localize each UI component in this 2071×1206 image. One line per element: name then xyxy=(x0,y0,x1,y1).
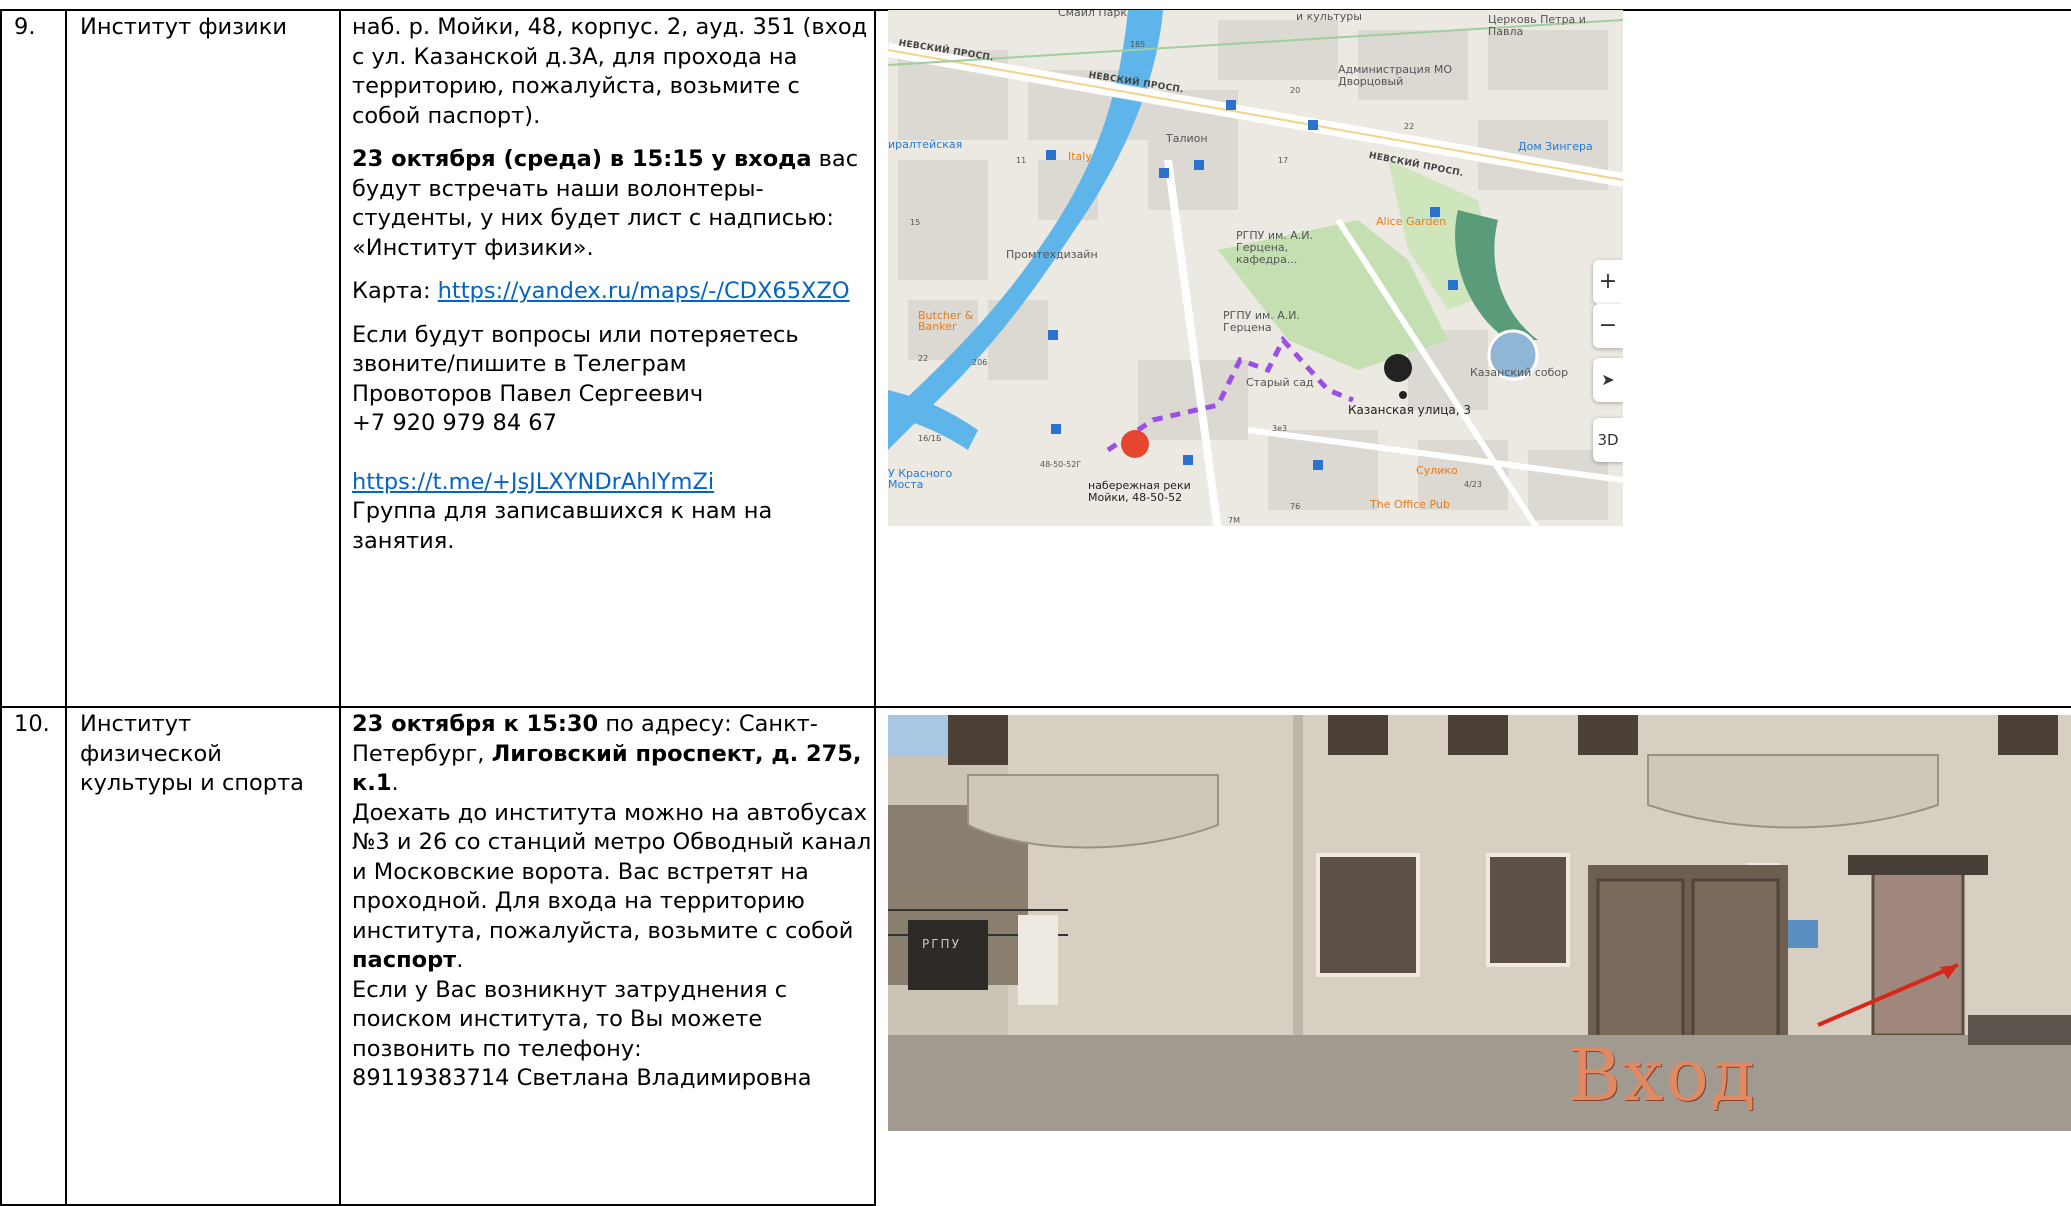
row-9-map-label: Карта: xyxy=(352,278,438,304)
map-house-15: 15 xyxy=(910,218,921,227)
map-house-17: 17 xyxy=(1278,156,1289,165)
row-10-phone-contact: 89119383714 Светлана Владимировна xyxy=(352,1065,812,1091)
map-house-185: 185 xyxy=(1130,40,1146,49)
map-house-206: 206 xyxy=(972,358,988,367)
row-10-address-end: . xyxy=(391,770,399,796)
row-10-date-address: 23 октября к 15:30 по адресу: Санкт-Пете… xyxy=(352,710,872,799)
row-9-meeting: 23 октября (среда) в 15:15 у входа вас б… xyxy=(352,145,872,263)
photo-graphic xyxy=(888,715,2071,1131)
map-label-old-garden: Старый сад xyxy=(1246,376,1314,389)
row-9-map-link[interactable]: https://yandex.ru/maps/-/CDX65XZO xyxy=(438,278,850,304)
map-label-italy: Italy xyxy=(1068,150,1092,163)
map-house-4850: 48-50-52Г xyxy=(1040,460,1082,469)
building-entrance-photo: РГПУ Вход xyxy=(888,715,2071,1131)
map-label-kazan-cathedral: Казанский собор xyxy=(1470,366,1569,379)
row-divider xyxy=(0,706,2071,708)
row-9-institute: Институт физики xyxy=(80,14,287,40)
row-9-contact-phone: +7 920 979 84 67 xyxy=(352,410,557,436)
row-9-address: наб. р. Мойки, 48, корпус. 2, ауд. 351 (… xyxy=(352,14,868,129)
map-label-promtech: Промтехдизайн xyxy=(1006,248,1098,261)
map-house-11: 11 xyxy=(1016,156,1027,165)
yandex-map-image: НЕВСКИЙ ПРОСП. НЕВСКИЙ ПРОСП. НЕВСКИЙ ПР… xyxy=(888,10,1623,526)
column-divider-1 xyxy=(65,9,67,1206)
row-9-contact-name: Провоторов Павел Сергеевич xyxy=(352,380,704,407)
map-label-admin: Администрация МО Дворцовый xyxy=(1338,63,1452,88)
map-label-admiralty: иралтейская xyxy=(888,138,963,151)
table-left-border xyxy=(0,9,2,1206)
map-house-20: 20 xyxy=(1290,86,1301,95)
row-10-details: 23 октября к 15:30 по адресу: Санкт-Пете… xyxy=(352,710,872,1094)
map-zoom-out-button: − xyxy=(1593,304,1623,348)
row-10-institute: Институт физической культуры и спорта xyxy=(80,711,304,796)
map-house-16: 16/1Б xyxy=(918,434,942,443)
row-9-details: наб. р. Мойки, 48, корпус. 2, ауд. 351 (… xyxy=(352,13,872,556)
map-graphic xyxy=(888,10,1623,526)
map-house-3e3: 3е3 xyxy=(1272,424,1288,433)
row-9-meeting-time: 23 октября (среда) в 15:15 у входа xyxy=(352,146,812,172)
map-label-red-bridge: У Красного Моста xyxy=(888,467,953,491)
column-divider-2 xyxy=(339,9,341,1206)
row-10-bottom-border xyxy=(0,1204,876,1206)
row-9-number: 9. xyxy=(14,14,36,40)
map-label-park: Смайл Парк xyxy=(1058,10,1128,19)
row-10-help: Если у Вас возникнут затруднения с поиск… xyxy=(352,976,788,1062)
column-divider-3 xyxy=(874,9,876,1206)
map-label-moika: набережная реки Мойки, 48-50-52 xyxy=(1088,479,1191,504)
map-house-76: 76 xyxy=(1290,502,1301,511)
map-label-singer: Дом Зингера xyxy=(1518,140,1593,153)
entrance-sign-text: Вход xyxy=(1568,1033,1758,1117)
map-3d-button: 3D xyxy=(1593,418,1623,462)
map-locate-icon: ➤ xyxy=(1593,358,1623,402)
row-10-date: 23 октября к 15:30 xyxy=(352,711,599,737)
map-zoom-in-button: + xyxy=(1593,260,1623,304)
row-10-transport-text: Доехать до института можно на автобусах … xyxy=(352,799,872,944)
map-label-kazan-street: Казанская улица, 3 xyxy=(1348,403,1472,417)
row-10-passport: паспорт xyxy=(352,947,457,973)
map-label-culture: и культуры xyxy=(1296,10,1362,23)
map-label-talion: Талион xyxy=(1166,132,1208,145)
row-9-telegram-link[interactable]: https://t.me/+JsJLXYNDrAhlYmZi xyxy=(352,469,714,495)
map-label-butcher: Butcher & Banker xyxy=(918,309,974,333)
map-label-suliko: Сулико xyxy=(1416,464,1458,477)
row-9-group-text: Группа для записавшихся к нам на занятия… xyxy=(352,498,773,554)
map-label-rgpu-2: РГПУ им. А.И. Герцена xyxy=(1223,309,1300,334)
map-house-22: 22 xyxy=(1404,122,1415,131)
map-label-rgpu-1: РГПУ им. А.И. Герцена, кафедра... xyxy=(1236,229,1313,266)
map-house-4-23: 4/23 xyxy=(1464,480,1482,489)
photo-plaque-text: РГПУ xyxy=(922,937,961,951)
map-label-alice-garden: Alice Garden xyxy=(1376,215,1447,228)
row-10-transport: Доехать до института можно на автобусах … xyxy=(352,799,872,976)
map-label-office-pub: The Office Pub xyxy=(1370,498,1450,511)
map-house-7m: 7М xyxy=(1228,516,1240,525)
row-9-questions: Если будут вопросы или потеряетесь звони… xyxy=(352,321,799,378)
row-10-number: 10. xyxy=(14,711,50,737)
map-house-22b: 22 xyxy=(918,354,929,363)
row-9-map: Карта: https://yandex.ru/maps/-/CDX65XZO xyxy=(352,277,872,307)
row-10-passport-end: . xyxy=(456,947,464,973)
map-label-church: Церковь Петра и Павла xyxy=(1488,13,1586,38)
